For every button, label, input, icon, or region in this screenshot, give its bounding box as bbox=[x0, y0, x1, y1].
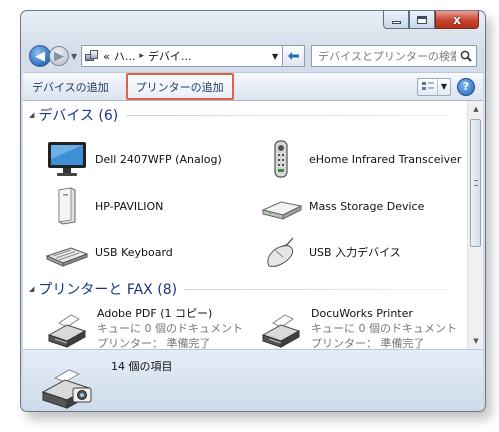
printer-details: DocuWorks Printer キューに 0 個のドキュメント プリンター：… bbox=[311, 306, 457, 349]
printer-icon bbox=[259, 309, 303, 349]
view-dropdown-icon[interactable]: ▼ bbox=[438, 82, 450, 91]
group-title: デバイス (6) bbox=[38, 108, 119, 124]
details-pane: 14 個の項目 bbox=[23, 349, 483, 409]
minimize-button[interactable] bbox=[383, 11, 409, 29]
breadcrumb-overflow[interactable]: « bbox=[103, 50, 110, 63]
back-arrow-icon: ◀ bbox=[35, 48, 45, 64]
help-button[interactable]: ? bbox=[457, 77, 475, 96]
refresh-button[interactable] bbox=[283, 45, 306, 67]
address-dropdown-icon[interactable]: ▼ bbox=[272, 52, 282, 61]
device-item-usb-input[interactable]: USB 入力デバイス bbox=[259, 232, 401, 272]
minimize-icon bbox=[391, 20, 401, 24]
maximize-button[interactable] bbox=[409, 11, 435, 29]
device-item-usb-keyboard[interactable]: USB Keyboard bbox=[45, 232, 173, 272]
recent-pages-dropdown[interactable]: ▼ bbox=[71, 52, 77, 61]
group-divider bbox=[126, 114, 449, 116]
command-bar-right: ▼ ? bbox=[417, 77, 475, 96]
printer-status: プリンター： 準備完了 bbox=[97, 337, 211, 349]
printer-queue: キューに 0 個のドキュメント bbox=[97, 322, 243, 335]
refresh-icon bbox=[287, 52, 299, 60]
device-label: USB 入力デバイス bbox=[309, 246, 401, 259]
address-row: ◀ ▶ ▼ « ハ... ▸ デバイ... ▼ bbox=[29, 44, 477, 68]
printer-icon bbox=[45, 309, 89, 349]
device-label: Dell 2407WFP (Analog) bbox=[95, 152, 222, 166]
remote-control-icon bbox=[259, 139, 303, 179]
monitor-icon bbox=[45, 139, 89, 179]
add-printer-button[interactable]: プリンターの追加 bbox=[125, 73, 234, 100]
device-item-dell-monitor[interactable]: Dell 2407WFP (Analog) bbox=[45, 139, 222, 179]
address-bar[interactable]: « ハ... ▸ デバイ... ▼ bbox=[81, 45, 284, 67]
devices-folder-icon bbox=[85, 49, 99, 63]
scroll-up-icon[interactable]: ▲ bbox=[468, 101, 483, 117]
breadcrumb-separator-icon[interactable]: ▸ bbox=[139, 51, 144, 61]
command-bar: デバイスの追加 プリンターの追加 ▼ ? bbox=[23, 72, 483, 101]
mouse-icon bbox=[259, 232, 303, 272]
back-button[interactable]: ◀ bbox=[29, 45, 51, 67]
search-input[interactable] bbox=[318, 49, 456, 63]
device-item-hp-pavilion[interactable]: HP-PAVILION bbox=[45, 186, 163, 226]
scroll-down-icon[interactable]: ▼ bbox=[468, 333, 483, 349]
device-label: Mass Storage Device bbox=[309, 199, 425, 213]
device-item-ehome-transceiver[interactable]: eHome Infrared Transceiver bbox=[259, 139, 461, 179]
search-box[interactable] bbox=[311, 45, 477, 67]
breadcrumb-item[interactable]: デバイ... bbox=[148, 48, 192, 64]
group-header-devices[interactable]: ◢ デバイス (6) bbox=[29, 105, 449, 125]
breadcrumb-item[interactable]: ハ... bbox=[114, 48, 136, 64]
explorer-window: x ◀ ▶ ▼ « ハ... ▸ デバイ... ▼ デバイスの追加 プリンターの… bbox=[20, 10, 486, 412]
scrollbar-thumb[interactable] bbox=[470, 119, 481, 247]
caption-buttons: x bbox=[383, 11, 479, 29]
printer-queue: キューに 0 個のドキュメント bbox=[311, 322, 457, 335]
printer-camera-icon bbox=[39, 364, 97, 410]
device-label: eHome Infrared Transceiver bbox=[309, 152, 462, 166]
printer-status: プリンター： 準備完了 bbox=[311, 337, 425, 349]
forward-arrow-icon: ▶ bbox=[54, 48, 64, 64]
printer-name: Adobe PDF (1 コピー) bbox=[97, 307, 213, 320]
device-list: ◢ デバイス (6) Dell 2407WFP (Analog) eHome I… bbox=[23, 101, 483, 349]
printer-name: DocuWorks Printer bbox=[311, 307, 413, 320]
printer-item-adobe-pdf[interactable]: Adobe PDF (1 コピー) キューに 0 個のドキュメント プリンター：… bbox=[45, 306, 243, 349]
printer-details: Adobe PDF (1 コピー) キューに 0 個のドキュメント プリンター：… bbox=[97, 306, 243, 349]
item-count: 14 個の項目 bbox=[111, 360, 173, 373]
view-tiles-icon bbox=[418, 78, 438, 95]
drive-icon bbox=[259, 186, 303, 226]
change-view-button[interactable]: ▼ bbox=[417, 77, 451, 96]
group-divider bbox=[185, 288, 449, 290]
device-label: USB Keyboard bbox=[95, 245, 173, 259]
maximize-icon bbox=[417, 15, 427, 24]
search-icon[interactable] bbox=[456, 50, 476, 62]
forward-button[interactable]: ▶ bbox=[49, 46, 69, 66]
add-device-button[interactable]: デバイスの追加 bbox=[25, 75, 116, 98]
group-header-printers[interactable]: ◢ プリンターと FAX (8) bbox=[29, 279, 449, 299]
close-icon: x bbox=[453, 12, 461, 27]
collapse-arrow-icon[interactable]: ◢ bbox=[29, 285, 34, 293]
device-label: HP-PAVILION bbox=[95, 199, 164, 213]
device-item-mass-storage[interactable]: Mass Storage Device bbox=[259, 186, 424, 226]
keyboard-icon bbox=[45, 232, 89, 272]
vertical-scrollbar[interactable]: ▲ ▼ bbox=[467, 101, 483, 349]
close-button[interactable]: x bbox=[435, 11, 479, 29]
computer-tower-icon bbox=[45, 186, 89, 226]
group-title: プリンターと FAX (8) bbox=[38, 282, 178, 298]
printer-item-docuworks[interactable]: DocuWorks Printer キューに 0 個のドキュメント プリンター：… bbox=[259, 306, 457, 349]
collapse-arrow-icon[interactable]: ◢ bbox=[29, 111, 34, 119]
grip-icon bbox=[474, 180, 478, 186]
